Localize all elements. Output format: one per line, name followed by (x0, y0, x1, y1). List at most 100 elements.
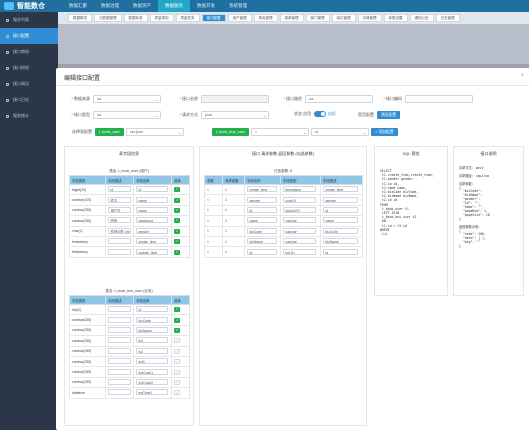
field-name[interactable]: name (247, 217, 277, 224)
checked-checkbox-icon[interactable]: ✓ (174, 187, 180, 193)
field-desc-input[interactable]: create_time (323, 186, 359, 193)
unchecked-checkbox-icon[interactable]: › (174, 348, 180, 354)
checked-checkbox-icon[interactable]: ✓ (174, 249, 180, 255)
field-desc-input[interactable]: id (108, 186, 131, 193)
topnav-item[interactable]: 数据治理 (94, 0, 126, 12)
sidebar-item[interactable]: 接口配置 (0, 28, 58, 44)
field-type[interactable]: int(11) (283, 248, 317, 255)
field-desc-input[interactable] (108, 358, 131, 365)
request-method-select[interactable]: post ⌄ (201, 111, 269, 119)
field-desc-input[interactable]: bizCode (323, 227, 359, 234)
checked-checkbox-icon[interactable]: ✓ (174, 239, 180, 245)
checked-checkbox-icon[interactable]: ✓ (174, 197, 180, 203)
topnav-item[interactable]: 数据资产 (126, 0, 158, 12)
topnav-item[interactable]: 数据开发 (190, 0, 222, 12)
field-name-input[interactable]: gender (136, 227, 168, 234)
page-tab[interactable]: 参数设置 (383, 14, 408, 22)
field-name-input[interactable]: extCode2 (136, 378, 168, 385)
checked-checkbox-icon[interactable]: ✓ (174, 218, 180, 224)
sidebar-item[interactable]: 接口授权 (0, 60, 58, 76)
page-tab[interactable]: 通知公告 (409, 14, 434, 22)
close-icon[interactable]: × (520, 73, 524, 79)
interface-name-input[interactable] (201, 95, 269, 103)
field-desc-input[interactable] (108, 337, 131, 344)
checked-checkbox-icon[interactable]: ✓ (174, 327, 180, 333)
join-operator-select[interactable]: = ⌄ (251, 128, 310, 136)
topnav-item[interactable]: 数据汇聚 (62, 0, 94, 12)
field-name-input[interactable]: extTime1 (136, 389, 168, 396)
interface-type-select[interactable]: oa ⌄ (93, 111, 161, 119)
field-name-input[interactable]: name (136, 196, 168, 203)
field-name-input[interactable]: ty1 (136, 337, 168, 344)
sidebar-item[interactable]: 接口日志 (0, 92, 58, 108)
page-tab[interactable]: 数据标准 (123, 14, 148, 22)
move-left-icon[interactable]: < (207, 240, 209, 244)
topnav-item[interactable]: 系统管理 (222, 0, 254, 12)
field-desc-input[interactable]: 性别(0男 1女) (108, 227, 131, 234)
field-name-input[interactable]: name (136, 206, 168, 213)
field-desc-input[interactable] (108, 368, 131, 375)
field-desc-input[interactable]: 姓名 (108, 196, 131, 203)
sidebar-item[interactable]: 服务列表 (0, 12, 58, 28)
field-name-input[interactable]: bizName (136, 326, 168, 333)
page-tab[interactable]: 元数据管理 (94, 14, 122, 22)
field-desc-input[interactable]: bizName (323, 238, 359, 245)
page-tab[interactable]: 日志管理 (435, 14, 460, 22)
field-name[interactable]: bizName (247, 238, 277, 245)
field-desc-input[interactable] (108, 326, 131, 333)
field-desc-input[interactable]: name (323, 217, 359, 224)
unchecked-checkbox-icon[interactable]: › (174, 379, 180, 385)
right-field-select[interactable]: id ⌄ (311, 128, 370, 136)
field-name-input[interactable]: update_time (136, 248, 168, 255)
field-name[interactable]: bizCode (247, 227, 277, 234)
field-desc-input[interactable] (108, 248, 131, 255)
page-tab[interactable]: 字典管理 (357, 14, 382, 22)
field-type[interactable]: char(1) (283, 196, 317, 203)
field-name-input[interactable]: ext1 (136, 358, 168, 365)
field-type[interactable]: timestamp (283, 186, 317, 193)
field-desc-input[interactable]: gender (323, 196, 359, 203)
field-desc-input[interactable] (108, 378, 131, 385)
field-name-input[interactable]: id (136, 306, 168, 313)
field-name-input[interactable]: extCode1 (136, 368, 168, 375)
interface-code-input[interactable] (405, 95, 473, 103)
sidebar-item[interactable]: 接口审核 (0, 44, 58, 60)
field-desc-input[interactable] (108, 389, 131, 396)
page-tab[interactable]: 数据概览 (68, 14, 92, 22)
unchecked-checkbox-icon[interactable]: › (174, 369, 180, 375)
left-field-select[interactable]: set.json ⌄ (125, 128, 184, 136)
field-desc-input[interactable]: 密码 (108, 217, 131, 224)
field-desc-input[interactable]: id (323, 206, 359, 213)
move-left-icon[interactable]: < (207, 219, 209, 223)
move-left-icon[interactable]: < (207, 208, 209, 212)
move-left-icon[interactable]: < (207, 229, 209, 233)
data-source-select[interactable]: oa ⌄ (93, 95, 161, 103)
field-name-input[interactable]: bizCode (136, 316, 168, 323)
field-name-input[interactable]: id (136, 186, 168, 193)
field-name-input[interactable]: create_time (136, 238, 168, 245)
move-left-icon[interactable]: < (207, 198, 209, 202)
page-tab[interactable]: 岗位管理 (331, 14, 356, 22)
field-desc-input[interactable] (108, 306, 131, 313)
unchecked-checkbox-icon[interactable]: › (174, 390, 180, 396)
unchecked-checkbox-icon[interactable]: › (174, 359, 180, 365)
field-name-input[interactable]: ty2 (136, 347, 168, 354)
topnav-item[interactable]: 数据服务 (158, 0, 190, 12)
field-type[interactable]: varchar (283, 217, 317, 224)
field-type[interactable]: varchar (283, 238, 317, 245)
page-tab[interactable]: 质量规则 (149, 14, 174, 22)
sidebar-item[interactable]: 服务统计 (0, 108, 58, 124)
checked-checkbox-icon[interactable]: ✓ (174, 207, 180, 213)
field-desc-input[interactable] (108, 238, 131, 245)
field-name[interactable]: gender (247, 196, 277, 203)
page-tab[interactable]: 接口配置 (201, 14, 226, 22)
field-type[interactable]: bigint(20) (283, 206, 317, 213)
status-toggle[interactable] (314, 111, 327, 117)
field-desc-input[interactable]: id (323, 248, 359, 255)
move-left-icon[interactable]: < (207, 250, 209, 254)
page-tab[interactable]: 部门管理 (305, 14, 330, 22)
checked-checkbox-icon[interactable]: ✓ (174, 307, 180, 313)
checked-checkbox-icon[interactable]: ✓ (174, 228, 180, 234)
interface-path-input[interactable]: oa (305, 95, 373, 103)
add-config-button[interactable]: + 添加配置 (371, 128, 398, 136)
